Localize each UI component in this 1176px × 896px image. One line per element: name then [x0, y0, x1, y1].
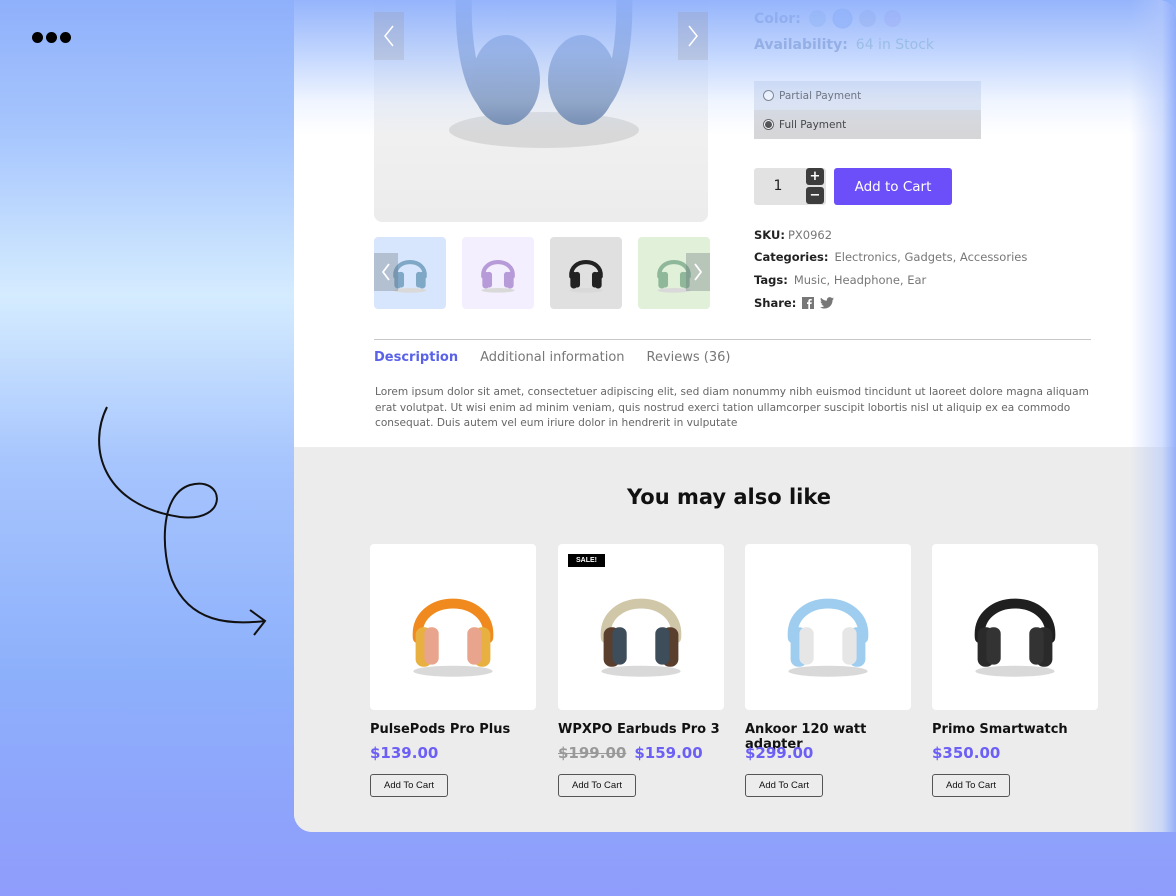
headphone-product-image	[773, 570, 883, 685]
color-swatch[interactable]	[883, 10, 901, 27]
share-row: Share:	[754, 296, 835, 310]
current-price: $139.00	[370, 744, 439, 762]
color-label: Color:	[754, 10, 801, 27]
sku-row: SKU: PX0962	[754, 228, 832, 242]
thumbnail-next-button[interactable]	[686, 253, 710, 291]
categories-row: Categories: Electronics, Gadgets, Access…	[754, 250, 1027, 264]
thumbnail-gallery	[374, 237, 710, 309]
product-card-image[interactable]	[932, 544, 1098, 710]
color-swatch[interactable]	[833, 10, 851, 27]
add-to-cart-button[interactable]: Add To Cart	[370, 774, 448, 797]
quantity-decrease-button[interactable]: −	[806, 187, 824, 204]
product-page-panel: Color: Availability: 64 in Stock Partial…	[294, 0, 1176, 832]
tab-description[interactable]: Description	[374, 350, 458, 365]
tab-additional-information[interactable]: Additional information	[480, 350, 624, 365]
product-price: $139.00	[370, 744, 537, 762]
product-price: $199.00 $159.00	[558, 744, 725, 762]
chevron-right-icon	[688, 25, 698, 47]
tags-label: Tags:	[754, 273, 788, 287]
headphone-main-image	[449, 0, 639, 148]
product-price: $299.00	[745, 744, 912, 762]
description-text: Lorem ipsum dolor sit amet, consectetuer…	[375, 386, 1089, 429]
add-to-cart-button[interactable]: Add To Cart	[932, 774, 1010, 797]
product-name[interactable]: Primo Smartwatch	[932, 722, 1099, 740]
share-label: Share:	[754, 296, 797, 310]
chevron-right-icon	[694, 263, 703, 281]
color-swatch[interactable]	[808, 10, 826, 27]
product-card: PulsePods Pro Plus $139.00 Add To Cart	[370, 544, 537, 797]
product-tabs: Description Additional information Revie…	[374, 350, 731, 365]
product-card: SALE! WPXPO Earbuds Pro 3 $199.00 $159.0…	[558, 544, 725, 797]
add-to-cart-button[interactable]: Add to Cart	[834, 168, 952, 205]
availability-label: Availability:	[754, 37, 848, 53]
tabs-divider	[374, 339, 1091, 340]
product-name[interactable]: WPXPO Earbuds Pro 3	[558, 722, 725, 740]
current-price: $159.00	[634, 744, 703, 762]
sale-badge: SALE!	[568, 554, 605, 567]
categories-label: Categories:	[754, 250, 829, 264]
headphone-thumbnail-image	[563, 248, 609, 299]
current-price: $299.00	[745, 744, 814, 762]
product-card-image[interactable]	[370, 544, 536, 710]
decorative-arrow-icon	[98, 406, 267, 636]
current-price: $350.00	[932, 744, 1001, 762]
color-swatch[interactable]	[858, 10, 876, 27]
chevron-left-icon	[384, 25, 394, 47]
quantity-stepper[interactable]: 1 + −	[754, 168, 826, 205]
payment-options: Partial Payment Full Payment	[754, 81, 981, 139]
headphone-thumbnail-image	[475, 248, 521, 299]
headphone-product-image	[586, 570, 696, 685]
tags-links[interactable]: Music, Headphone, Ear	[794, 273, 926, 287]
quantity-input[interactable]: 1	[754, 168, 802, 205]
availability-value: 64 in Stock	[855, 37, 935, 53]
thumbnail-purple[interactable]	[462, 237, 534, 309]
main-image-prev-button[interactable]	[374, 12, 404, 60]
product-card: Primo Smartwatch $350.00 Add To Cart	[932, 544, 1099, 797]
thumbnail-green[interactable]	[638, 237, 710, 309]
thumbnail-black[interactable]	[550, 237, 622, 309]
thumbnail-prev-button[interactable]	[374, 253, 398, 291]
payment-option-partial[interactable]: Partial Payment	[754, 81, 981, 110]
categories-links[interactable]: Electronics, Gadgets, Accessories	[835, 250, 1028, 264]
radio-partial-payment[interactable]	[763, 90, 774, 101]
radio-full-payment[interactable]	[763, 119, 774, 130]
main-product-image	[374, 0, 708, 222]
payment-option-full[interactable]: Full Payment	[754, 110, 981, 139]
headphone-product-image	[398, 570, 508, 685]
product-card: Ankoor 120 watt adapter $299.00 Add To C…	[745, 544, 912, 797]
payment-option-label: Partial Payment	[779, 89, 862, 102]
old-price: $199.00	[558, 744, 627, 762]
main-image-next-button[interactable]	[678, 12, 708, 60]
related-title: You may also like	[626, 485, 832, 509]
add-to-cart-button[interactable]: Add To Cart	[745, 774, 823, 797]
color-selector: Color:	[754, 10, 901, 27]
add-to-cart-button[interactable]: Add To Cart	[558, 774, 636, 797]
product-card-image[interactable]: SALE!	[558, 544, 724, 710]
product-card-image[interactable]	[745, 544, 911, 710]
chevron-left-icon	[381, 263, 390, 281]
facebook-icon[interactable]	[802, 297, 815, 309]
product-name[interactable]: PulsePods Pro Plus	[370, 722, 537, 740]
tags-row: Tags: Music, Headphone, Ear	[754, 273, 926, 287]
sku-label: SKU:	[754, 228, 785, 242]
headphone-product-image	[960, 570, 1070, 685]
related-products-section: You may also like PulsePods Pro Plus $13…	[294, 447, 1176, 832]
availability: Availability: 64 in Stock	[754, 37, 934, 53]
twitter-icon[interactable]	[820, 297, 835, 309]
product-price: $350.00	[932, 744, 1099, 762]
quantity-increase-button[interactable]: +	[806, 168, 824, 185]
tab-reviews[interactable]: Reviews (36)	[647, 350, 731, 365]
payment-option-label: Full Payment	[779, 118, 847, 131]
product-name[interactable]: Ankoor 120 watt adapter	[745, 722, 912, 752]
window-menu-dots-icon[interactable]	[32, 32, 71, 43]
thumbnail-blue[interactable]	[374, 237, 446, 309]
sku-value: PX0962	[787, 228, 833, 242]
